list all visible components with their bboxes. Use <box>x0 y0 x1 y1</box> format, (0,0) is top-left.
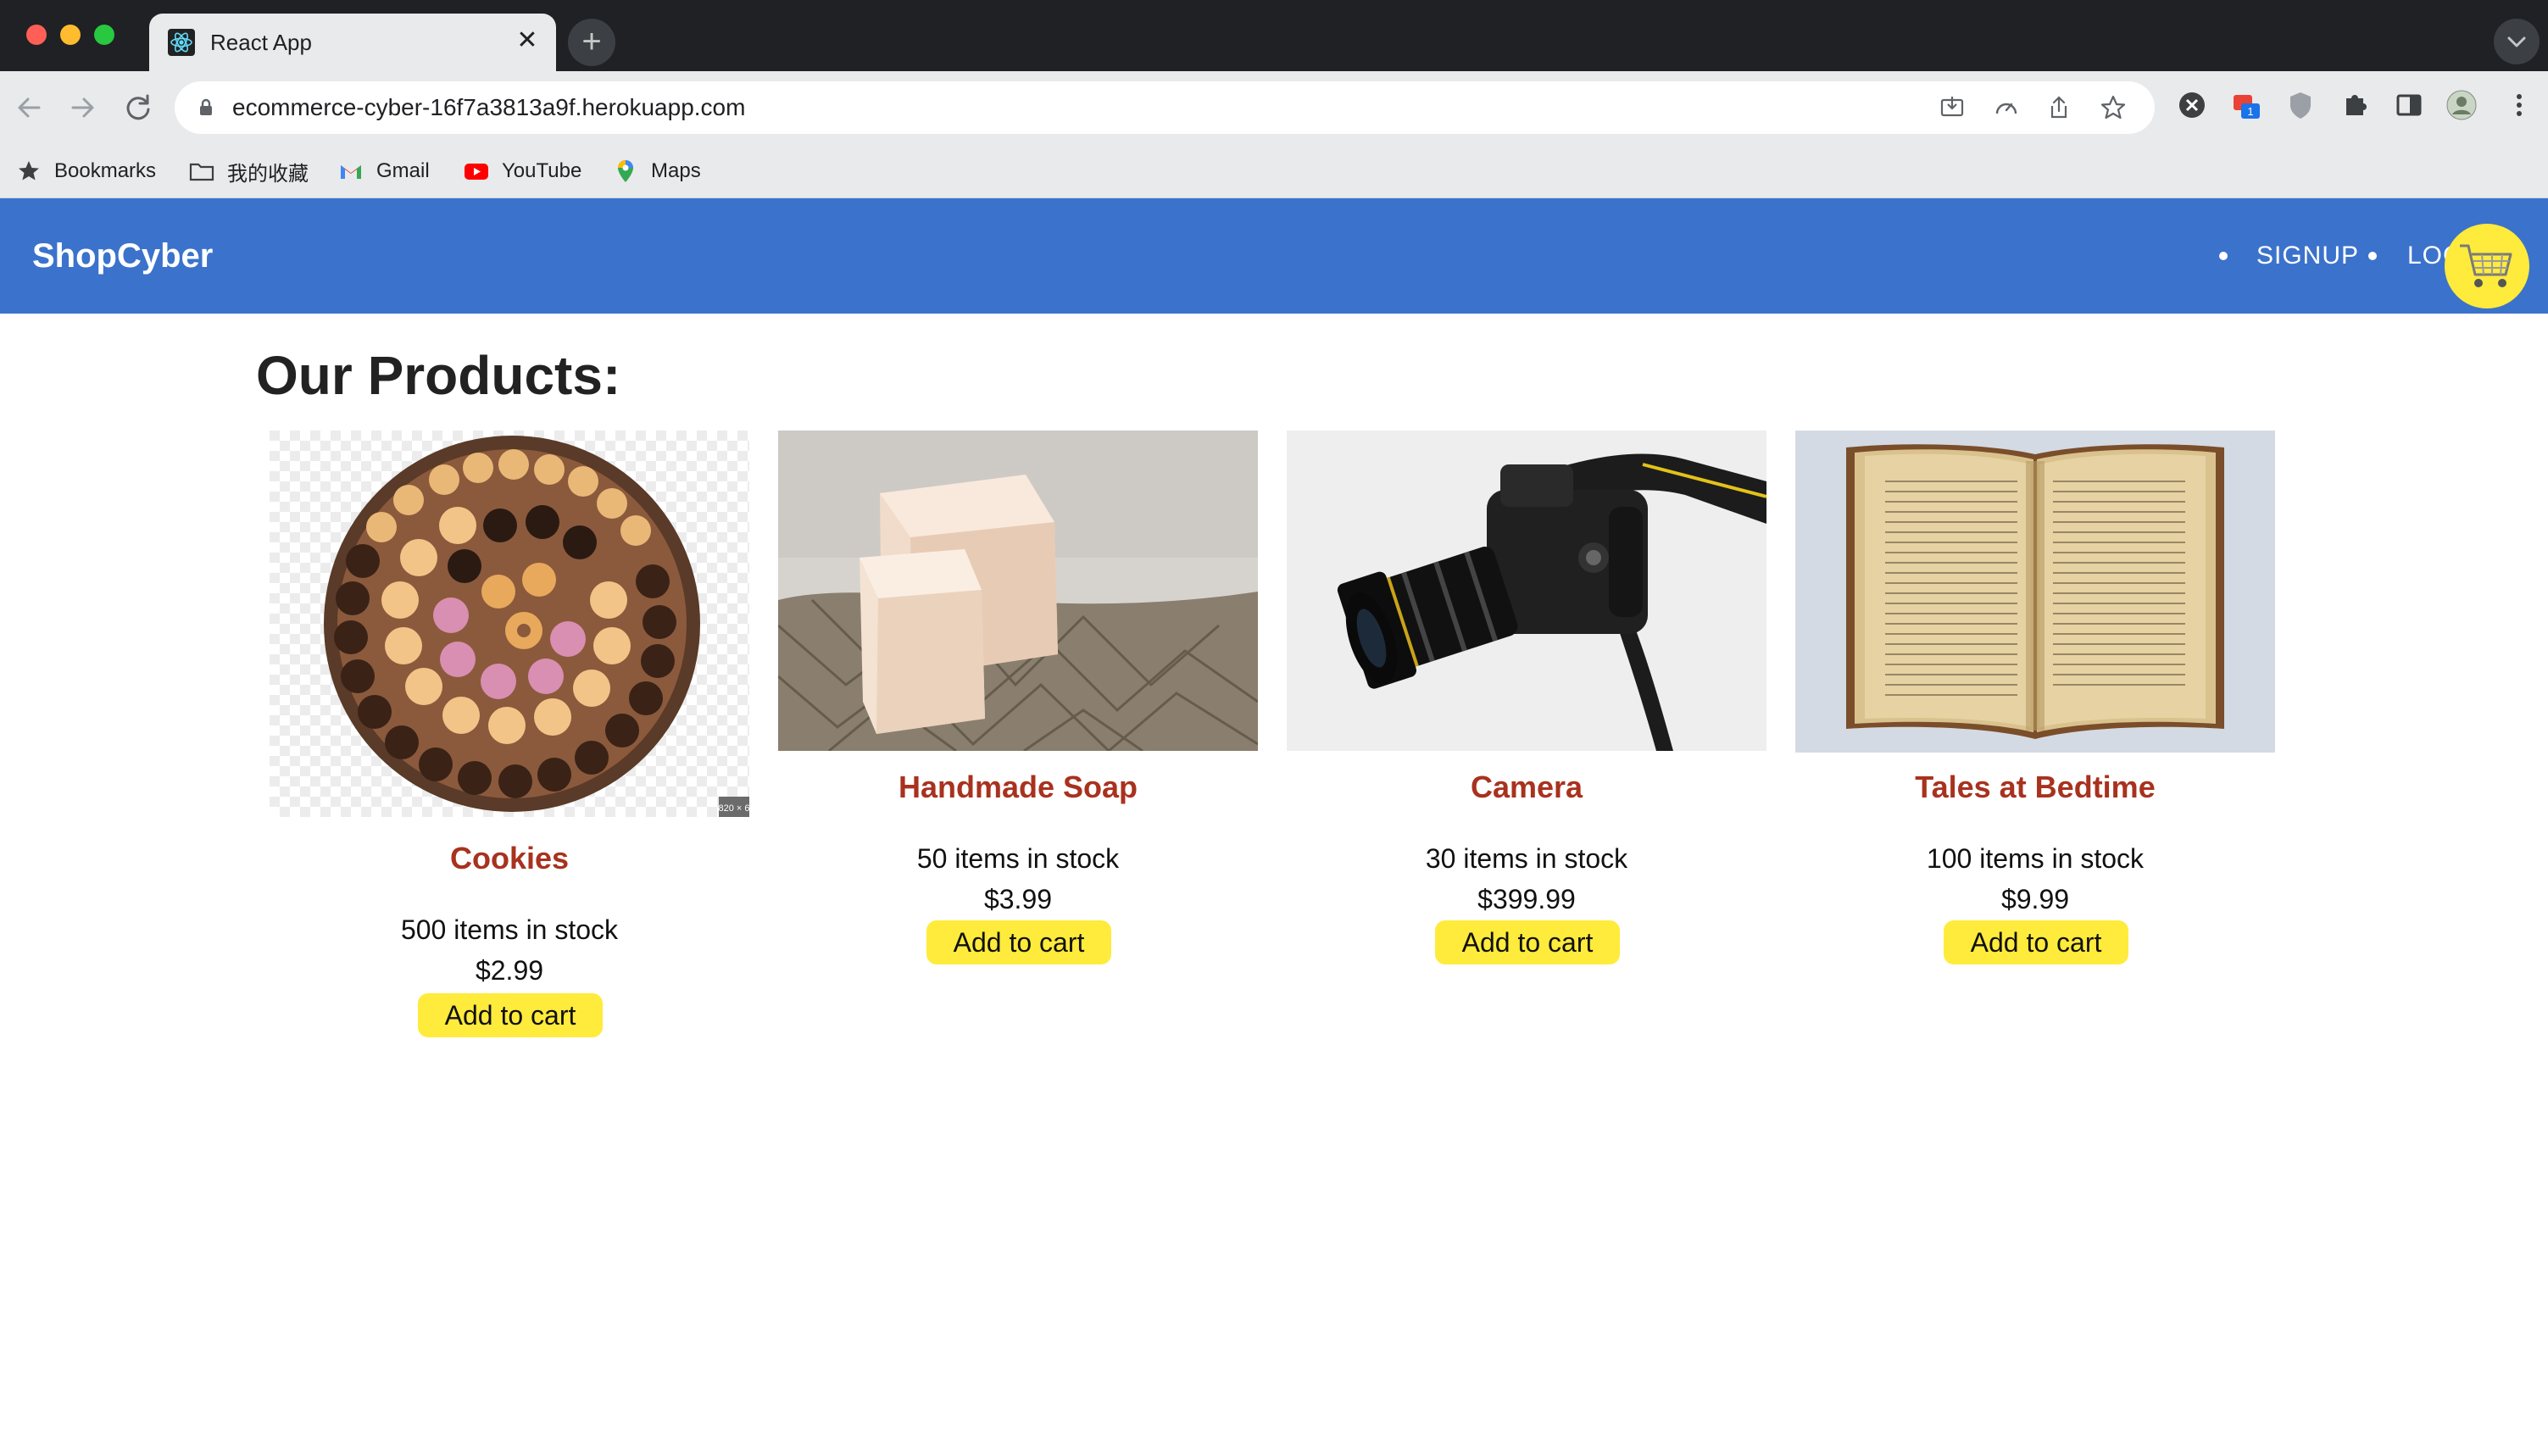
translate-extension-icon[interactable]: 1 <box>2229 88 2263 122</box>
add-to-cart-button[interactable]: Add to cart <box>418 993 603 1037</box>
browser-toolbar: ecommerce-cyber-16f7a3813a9f.herokuapp.c… <box>0 71 2548 144</box>
book-image <box>1795 431 2275 753</box>
profile-avatar-icon[interactable] <box>2445 88 2478 122</box>
bookmark-label: Gmail <box>376 159 430 182</box>
signup-link[interactable]: SIGNUP <box>2256 241 2359 271</box>
new-tab-button[interactable]: + <box>568 19 615 66</box>
youtube-icon <box>465 164 488 180</box>
add-to-cart-button[interactable]: Add to cart <box>1435 920 1620 964</box>
performance-icon[interactable] <box>1992 93 2021 122</box>
product-image[interactable] <box>1795 431 2275 753</box>
brand-logo[interactable]: ShopCyber <box>32 237 213 275</box>
soap-image <box>778 431 1258 751</box>
product-title[interactable]: Handmade Soap <box>778 770 1258 805</box>
nav-bullet <box>2219 252 2228 260</box>
nav-bullet <box>2368 252 2377 260</box>
chevron-down-icon <box>2507 36 2526 47</box>
bookmark-item[interactable]: Gmail <box>337 154 430 188</box>
bookmark-star-icon[interactable] <box>2099 93 2128 122</box>
product-card: Camera 30 items in stock $399.99 Add to … <box>1287 431 1766 973</box>
bookmark-item[interactable]: Maps <box>612 154 701 188</box>
cart-button[interactable] <box>2445 224 2529 308</box>
tab-title: React App <box>210 30 312 55</box>
tab-search-button[interactable] <box>2494 19 2540 64</box>
bookmark-label: Bookmarks <box>54 159 157 182</box>
product-image[interactable] <box>778 431 1258 751</box>
page-title: Our Products: <box>256 345 621 406</box>
address-bar[interactable]: ecommerce-cyber-16f7a3813a9f.herokuapp.c… <box>175 81 2155 134</box>
browser-tab[interactable]: React App ✕ <box>149 14 556 71</box>
product-price: $2.99 <box>475 955 544 986</box>
shield-icon[interactable] <box>2284 88 2317 122</box>
product-stock: 100 items in stock <box>1926 843 2145 874</box>
star-icon <box>19 161 39 181</box>
puzzle-icon[interactable] <box>2338 88 2372 122</box>
product-card: Tales at Bedtime 100 items in stock $9.9… <box>1795 431 2275 973</box>
side-panel-icon[interactable] <box>2392 88 2426 122</box>
folder-icon <box>189 163 214 181</box>
url-text[interactable]: ecommerce-cyber-16f7a3813a9f.herokuapp.c… <box>232 94 745 121</box>
shopping-cart-icon <box>2460 244 2512 287</box>
react-icon <box>168 29 195 56</box>
maximize-window-button[interactable] <box>94 25 114 45</box>
camera-image <box>1287 431 1766 751</box>
product-price: $3.99 <box>983 884 1053 914</box>
product-title[interactable]: Camera <box>1287 770 1766 805</box>
bookmarks-bar: Bookmarks 我的收藏 Gmail YouTube Maps <box>0 144 2548 198</box>
tab-close-icon[interactable]: ✕ <box>512 25 542 56</box>
bookmark-item[interactable]: 我的收藏 <box>188 154 309 188</box>
product-title[interactable]: Tales at Bedtime <box>1795 770 2275 805</box>
extension-icon[interactable] <box>2175 88 2209 122</box>
product-stock: 500 items in stock <box>400 914 619 945</box>
forward-icon[interactable] <box>63 88 102 127</box>
reload-icon[interactable] <box>119 88 158 127</box>
maps-icon <box>618 160 633 182</box>
cookies-image: 820 × 6 <box>270 431 749 817</box>
product-price: $399.99 <box>1477 884 1576 914</box>
image-watermark: 820 × 6 <box>718 803 749 814</box>
bookmark-label: 我的收藏 <box>227 162 309 186</box>
close-window-button[interactable] <box>26 25 47 45</box>
bookmark-label: YouTube <box>502 159 582 182</box>
extension-badge: 1 <box>2247 105 2253 118</box>
product-stock: 50 items in stock <box>916 843 1120 874</box>
product-price: $9.99 <box>2000 884 2070 914</box>
product-card: Handmade Soap 50 items in stock $3.99 Ad… <box>778 431 1258 973</box>
add-to-cart-button[interactable]: Add to cart <box>1944 920 2128 964</box>
bookmark-label: Maps <box>651 159 701 182</box>
kebab-menu-icon[interactable] <box>2502 88 2536 122</box>
install-app-icon[interactable] <box>1938 93 1967 122</box>
share-icon[interactable] <box>2045 93 2073 122</box>
product-image[interactable]: 820 × 6 <box>270 431 749 817</box>
product-image[interactable] <box>1287 431 1766 751</box>
product-title[interactable]: Cookies <box>270 841 749 876</box>
minimize-window-button[interactable] <box>60 25 81 45</box>
app-header: ShopCyber SIGNUP LOGIN <box>0 198 2548 314</box>
back-icon[interactable] <box>10 88 49 127</box>
gmail-icon <box>341 165 361 179</box>
bookmark-item[interactable]: Bookmarks <box>15 154 156 188</box>
add-to-cart-button[interactable]: Add to cart <box>926 920 1111 964</box>
browser-titlebar: React App ✕ + <box>0 0 2548 71</box>
product-stock: 30 items in stock <box>1425 843 1628 874</box>
lock-icon[interactable] <box>193 95 219 120</box>
bookmark-item[interactable]: YouTube <box>463 154 581 188</box>
product-card: 820 × 6 Cookies 500 items in stock $2.99… <box>270 431 749 1041</box>
